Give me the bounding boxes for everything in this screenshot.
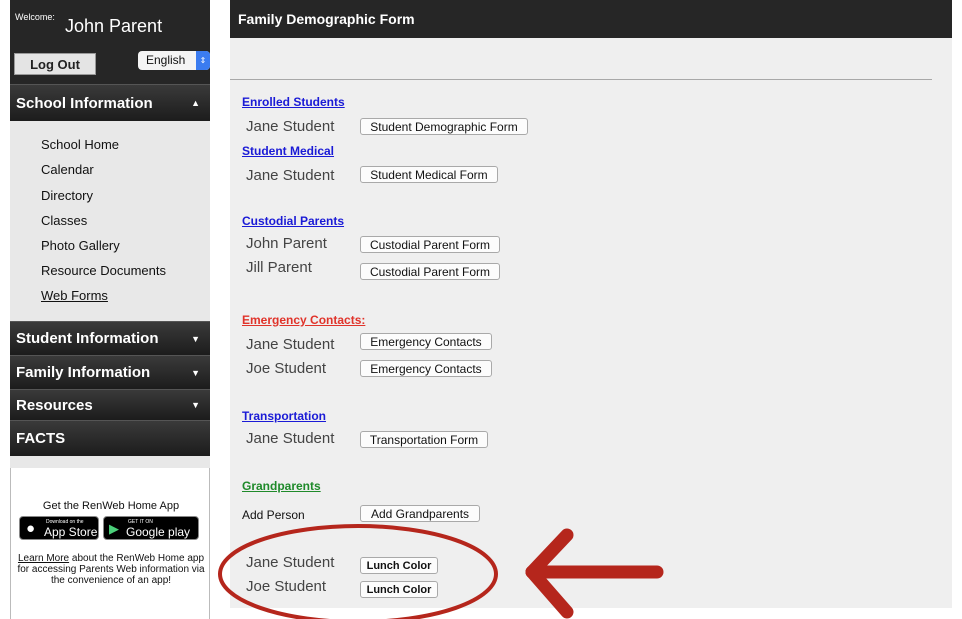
highlight-ellipse: [218, 524, 498, 619]
annotation-overlay: [218, 524, 664, 619]
pointer-arrow-icon: [525, 528, 664, 619]
